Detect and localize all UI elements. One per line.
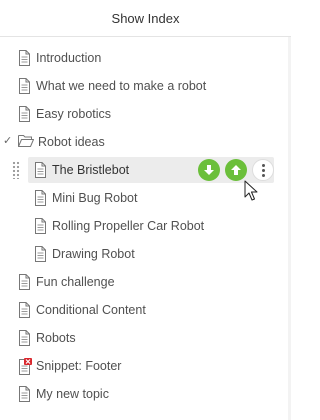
tree-item-label: Robot ideas — [38, 135, 105, 149]
tree-item-label: Introduction — [36, 51, 102, 65]
mouse-cursor-icon — [244, 180, 258, 201]
page-icon — [18, 302, 32, 318]
page-icon — [34, 218, 48, 234]
move-up-button[interactable] — [225, 159, 247, 181]
arrow-up-icon — [231, 165, 241, 175]
folder-open-icon — [18, 134, 34, 150]
tree-item-label: The Bristlebot — [52, 163, 130, 177]
tree-item-label: Drawing Robot — [52, 247, 135, 261]
more-options-button[interactable] — [252, 159, 274, 181]
page-icon — [34, 190, 48, 206]
tree-item-introduction[interactable]: Introduction — [0, 44, 288, 72]
page-icon — [34, 246, 48, 262]
tree-item-label: Robots — [36, 331, 76, 345]
tree-item-fun-challenge[interactable]: Fun challenge — [0, 268, 288, 296]
panel-title: Show Index — [111, 10, 180, 26]
page-icon — [18, 386, 32, 402]
move-down-button[interactable] — [198, 159, 220, 181]
tree-item-robots[interactable]: Robots — [0, 324, 288, 352]
tree-item-label: My new topic — [36, 387, 109, 401]
tree-item-my-new-topic[interactable]: My new topic — [0, 380, 288, 408]
page-icon — [18, 106, 32, 122]
panel-header: Show Index — [0, 0, 291, 36]
tree-item-conditional-content[interactable]: Conditional Content — [0, 296, 288, 324]
arrow-down-icon — [204, 165, 214, 175]
page-icon — [18, 330, 32, 346]
page-icon — [18, 78, 32, 94]
page-icon — [18, 50, 32, 66]
tree-item-label: Snippet: Footer — [36, 359, 122, 373]
tree-item-label: Easy robotics — [36, 107, 112, 121]
page-icon — [34, 162, 48, 178]
tree-item-label: Mini Bug Robot — [52, 191, 138, 205]
more-vertical-icon — [261, 163, 265, 177]
scrollbar[interactable] — [288, 37, 291, 420]
tree-item-snippet-footer[interactable]: Snippet: Footer — [0, 352, 288, 380]
topic-tree: Introduction What we need to make a robo… — [0, 44, 288, 408]
page-icon — [18, 274, 32, 290]
tree-item-robot-ideas[interactable]: ✓ Robot ideas — [0, 128, 288, 156]
check-icon: ✓ — [3, 135, 13, 147]
tree-item-easy-robotics[interactable]: Easy robotics — [0, 100, 288, 128]
tree-item-what-we-need[interactable]: What we need to make a robot — [0, 72, 288, 100]
tree-item-label: Conditional Content — [36, 303, 146, 317]
tree-item-label: Rolling Propeller Car Robot — [52, 219, 205, 233]
tree-item-label: Fun challenge — [36, 275, 115, 289]
tree-item-label: What we need to make a robot — [36, 79, 207, 93]
drag-handle[interactable] — [12, 161, 20, 179]
snippet-icon — [18, 358, 32, 375]
tree-item-drawing-robot[interactable]: Drawing Robot — [0, 240, 288, 268]
header-divider — [0, 36, 291, 37]
tree-item-rolling-propeller-car-robot[interactable]: Rolling Propeller Car Robot — [0, 212, 288, 240]
